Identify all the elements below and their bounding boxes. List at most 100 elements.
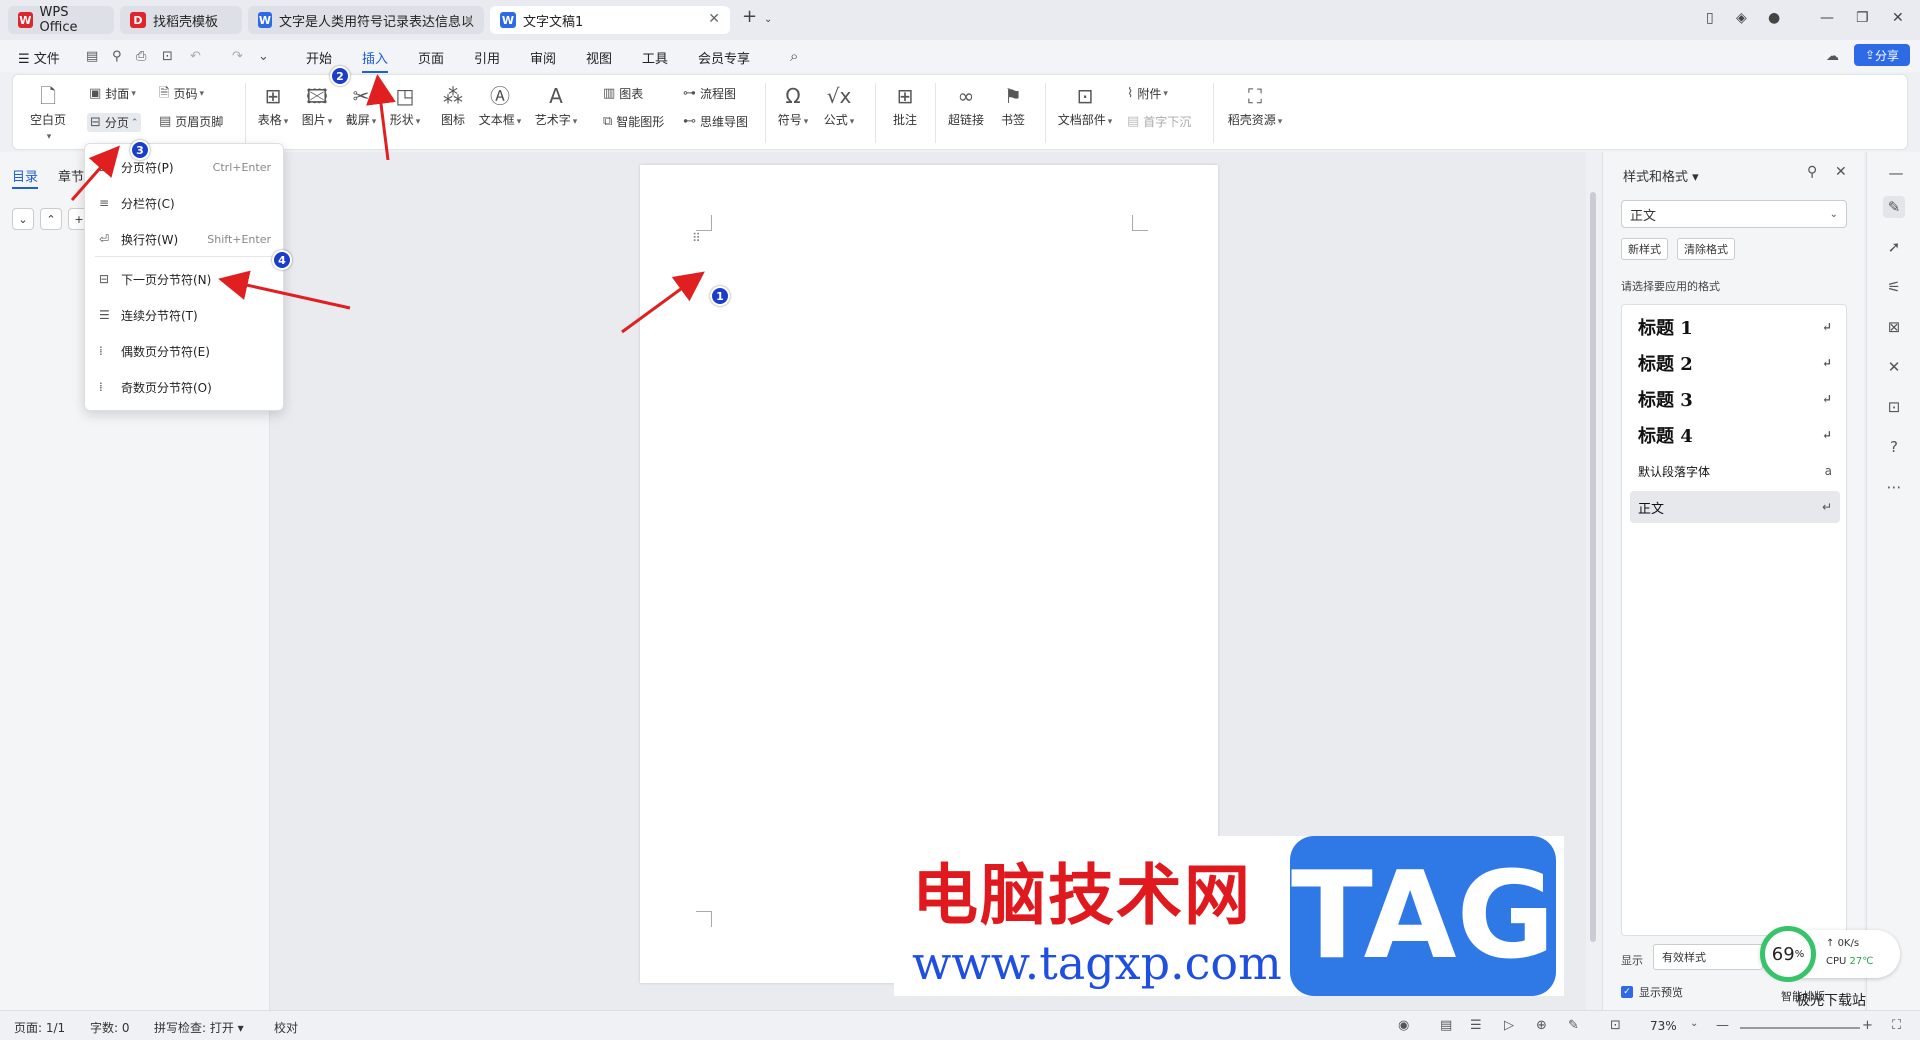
panel-title[interactable]: 样式和格式 ▾	[1623, 166, 1699, 185]
bookmark-button[interactable]: ⚑ 书签	[995, 85, 1031, 128]
menu-item-page-break[interactable]: ⊟ 分页符(P) Ctrl+Enter	[85, 152, 285, 182]
more-chevron-icon[interactable]: ⌄	[258, 49, 269, 64]
formula-button[interactable]: √x 公式 ▾	[819, 85, 859, 128]
restore-icon[interactable]: ❐	[1856, 10, 1869, 26]
show-filter-select[interactable]: 有效样式	[1653, 944, 1763, 970]
hyperlink-button[interactable]: ∞ 超链接	[945, 85, 987, 128]
drop-cap-button[interactable]: ▤ 首字下沉	[1127, 113, 1191, 130]
zoom-out-icon[interactable]: —	[1716, 1018, 1729, 1033]
drag-handle-icon[interactable]: ⠿	[692, 231, 701, 245]
close-window-icon[interactable]: ✕	[1892, 10, 1904, 26]
zoom-chevron-icon[interactable]: ⌄	[1690, 1018, 1698, 1029]
comment-button[interactable]: ⊞ 批注	[887, 85, 923, 128]
more-icon[interactable]: ⋯	[1883, 476, 1905, 498]
tab-wps-office[interactable]: W WPS Office	[8, 5, 114, 35]
menu-tools[interactable]: 工具	[642, 48, 668, 67]
style-default-paragraph-font[interactable]: 默认段落字体 a	[1630, 455, 1840, 487]
mindmap-button[interactable]: ⊷ 思维导图	[683, 113, 748, 130]
menu-item-line-break[interactable]: ⏎ 换行符(W) Shift+Enter	[85, 224, 285, 254]
fullscreen-icon[interactable]: ⛶	[1892, 1018, 1901, 1033]
screenshot-button[interactable]: ✂ 截屏 ▾	[341, 85, 381, 128]
layout-icon[interactable]: ▯	[1706, 10, 1714, 26]
cube-icon[interactable]: ◈	[1736, 10, 1747, 26]
icon-button[interactable]: ⁂ 图标	[437, 85, 469, 128]
menu-item-continuous-section-break[interactable]: ☰ 连续分节符(T)	[85, 300, 285, 330]
tools-icon[interactable]: ✕	[1883, 356, 1905, 378]
style-heading-1[interactable]: 标题 1 ↵	[1630, 311, 1840, 343]
menu-item-column-break[interactable]: ≡ 分栏符(C)	[85, 188, 285, 218]
menu-page[interactable]: 页面	[418, 48, 444, 67]
redo-icon[interactable]: ↷	[232, 49, 243, 64]
chart-button[interactable]: ▥ 图表	[603, 85, 643, 102]
tab-sections[interactable]: 章节	[58, 166, 84, 185]
menu-view[interactable]: 视图	[586, 48, 612, 67]
textbox-button[interactable]: Ⓐ 文本框 ▾	[475, 85, 525, 128]
style-heading-4[interactable]: 标题 4 ↵	[1630, 419, 1840, 451]
share-button[interactable]: ⇪ 分享	[1854, 44, 1910, 66]
collapse-up-icon[interactable]: ⌃	[40, 208, 62, 230]
style-pen-icon[interactable]: ✎	[1883, 196, 1905, 218]
page-count[interactable]: 页面: 1/1	[14, 1019, 65, 1036]
blank-page-button[interactable]: 🗋 空白页▾	[27, 85, 69, 142]
doc-assistant-icon[interactable]: ⊠	[1883, 316, 1905, 338]
print-icon[interactable]: ⎙	[136, 49, 146, 64]
reader-icon[interactable]: ⊡	[1883, 396, 1905, 418]
search-icon[interactable]: ⌕	[790, 47, 798, 65]
collapse-icon[interactable]: —	[1885, 162, 1907, 184]
vertical-scrollbar[interactable]	[1586, 152, 1600, 1010]
attachment-button[interactable]: ⌇ 附件 ▾	[1127, 85, 1168, 102]
zoom-level[interactable]: 73%	[1650, 1019, 1677, 1033]
style-body-text[interactable]: 正文 ↵	[1630, 491, 1840, 523]
style-heading-3[interactable]: 标题 3 ↵	[1630, 383, 1840, 415]
close-tab-icon[interactable]: ✕	[708, 11, 720, 27]
tab-document-1[interactable]: W 文字文稿1 ✕	[490, 6, 730, 34]
fit-page-icon[interactable]: ⊡	[1610, 1018, 1621, 1033]
header-footer-button[interactable]: ▤ 页眉页脚	[159, 113, 223, 130]
outline-view-icon[interactable]: ☰	[1470, 1018, 1482, 1033]
shape-button[interactable]: ◳ 形状 ▾	[385, 85, 425, 128]
new-style-button[interactable]: 新样式	[1621, 238, 1668, 260]
file-menu[interactable]: ☰ 文件	[18, 48, 60, 67]
undo-icon[interactable]: ↶	[190, 49, 201, 64]
help-icon[interactable]: ?	[1883, 436, 1905, 458]
doc-parts-button[interactable]: ⊡ 文档部件 ▾	[1055, 85, 1115, 128]
current-style-select[interactable]: 正文 ⌄	[1621, 200, 1847, 228]
flowchart-button[interactable]: ⊶ 流程图	[683, 85, 736, 102]
proofread-button[interactable]: 校对	[274, 1019, 298, 1036]
cover-button[interactable]: ▣ 封面 ▾	[89, 85, 136, 102]
new-tab-plus-icon[interactable]: +	[742, 6, 757, 27]
picture-button[interactable]: 🖾 图片 ▾	[297, 85, 337, 128]
show-preview-checkbox[interactable]: ✓ 显示预览	[1621, 984, 1683, 1000]
table-button[interactable]: ⊞ 表格 ▾	[253, 85, 293, 128]
docer-resources-button[interactable]: ⛶ 稻壳资源 ▾	[1223, 85, 1287, 128]
link-icon[interactable]: ⚲	[112, 49, 122, 64]
page-view-icon[interactable]: ▤	[1440, 1018, 1452, 1033]
tab-toc[interactable]: 目录	[12, 166, 39, 189]
cloud-icon[interactable]: ☁	[1826, 49, 1839, 64]
close-panel-icon[interactable]: ✕	[1835, 164, 1847, 180]
select-cursor-icon[interactable]: ➚	[1883, 236, 1905, 258]
style-heading-2[interactable]: 标题 2 ↵	[1630, 347, 1840, 379]
scrollbar-thumb[interactable]	[1590, 192, 1596, 942]
expand-down-icon[interactable]: ⌄	[12, 208, 34, 230]
avatar[interactable]: ●	[1768, 10, 1780, 26]
menu-references[interactable]: 引用	[474, 48, 500, 67]
adjust-sliders-icon[interactable]: ⚟	[1883, 276, 1905, 298]
wordart-button[interactable]: A 艺术字 ▾	[531, 85, 581, 128]
menu-item-odd-page-section-break[interactable]: ⁞ 奇数页分节符(O)	[85, 372, 285, 402]
symbol-button[interactable]: Ω 符号 ▾	[773, 85, 813, 128]
clear-format-button[interactable]: 清除格式	[1677, 238, 1735, 260]
page-number-button[interactable]: 🗎 页码 ▾	[159, 85, 204, 102]
spellcheck-toggle[interactable]: 拼写检查: 打开 ▾	[154, 1019, 244, 1036]
menu-item-next-page-section-break[interactable]: ⊟ 下一页分节符(N)	[85, 264, 285, 294]
word-count[interactable]: 字数: 0	[90, 1019, 130, 1036]
zoom-in-icon[interactable]: +	[1862, 1018, 1873, 1033]
pin-icon[interactable]: ⚲	[1807, 164, 1817, 180]
zoom-slider[interactable]	[1740, 1027, 1860, 1029]
print-preview-icon[interactable]: ⊡	[162, 49, 173, 64]
menu-insert[interactable]: 插入	[362, 48, 389, 73]
page-break-button[interactable]: ⊟ 分页 ⌃	[87, 113, 142, 132]
play-icon[interactable]: ▷	[1504, 1018, 1514, 1033]
tab-docer-templates[interactable]: D 找稻壳模板	[120, 6, 242, 34]
tab-list-chevron-icon[interactable]: ⌄	[764, 14, 772, 25]
